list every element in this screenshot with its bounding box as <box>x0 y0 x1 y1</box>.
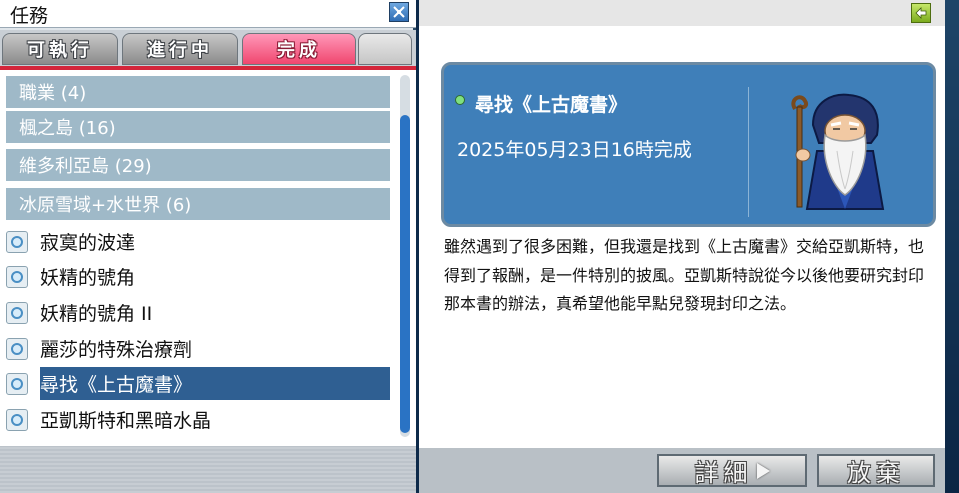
category-el-nath-aqua[interactable]: 冰原雪域+水世界 (6) <box>6 188 390 220</box>
quest-item-label: 麗莎的特殊治療劑 <box>40 339 193 361</box>
quest-list-window: 任務 可執行 進行中 完成 職業 (4) 楓之島 (16) 維多利亞島 (29)… <box>0 0 416 493</box>
card-divider <box>748 87 749 217</box>
tab-completed[interactable]: 完成 <box>242 33 356 65</box>
quest-item[interactable]: 妖精的號角 <box>6 260 390 293</box>
quest-item-label: 妖精的號角 II <box>40 303 153 325</box>
quest-detail-window: 尋找《上古魔書》 2025年05月23日16時完成 雖然遇到了很多困難，但我還是… <box>419 0 945 493</box>
status-dot-icon <box>455 95 465 105</box>
arrow-left-icon <box>915 7 927 19</box>
quest-complete-icon <box>6 230 28 253</box>
quest-complete-icon <box>6 301 28 324</box>
play-arrow-icon <box>756 462 770 479</box>
quest-item-selected[interactable]: 尋找《上古魔書》 <box>6 367 390 400</box>
quest-item-label: 尋找《上古魔書》 <box>40 367 390 400</box>
tab-in-progress[interactable]: 進行中 <box>122 33 238 65</box>
detail-title-bar <box>419 0 945 26</box>
category-maple-island[interactable]: 楓之島 (16) <box>6 111 390 143</box>
quest-tabs: 可執行 進行中 完成 <box>0 30 416 68</box>
window-title-bar: 任務 <box>0 0 416 28</box>
details-button-label: 詳細 <box>694 459 753 487</box>
quest-item-label: 妖精的號角 <box>40 267 136 289</box>
quest-title: 尋找《上古魔書》 <box>475 94 628 116</box>
detail-body: 尋找《上古魔書》 2025年05月23日16時完成 雖然遇到了很多困難，但我還是… <box>419 26 945 448</box>
quest-complete-icon <box>6 337 28 360</box>
quest-item[interactable]: 寂寞的波達 <box>6 225 390 258</box>
quest-list: 職業 (4) 楓之島 (16) 維多利亞島 (29) 冰原雪域+水世界 (6) … <box>0 70 416 446</box>
left-footer <box>0 446 416 493</box>
quest-item[interactable]: 妖精的號角 II <box>6 296 390 329</box>
npc-wizard-portrait <box>791 93 885 210</box>
category-job[interactable]: 職業 (4) <box>6 76 390 108</box>
quest-item[interactable]: 麗莎的特殊治療劑 <box>6 332 390 365</box>
quest-summary-card: 尋找《上古魔書》 2025年05月23日16時完成 <box>441 62 936 227</box>
quest-complete-icon <box>6 372 28 395</box>
category-victoria-island[interactable]: 維多利亞島 (29) <box>6 149 390 181</box>
details-button[interactable]: 詳細 <box>657 454 807 487</box>
quest-description: 雖然遇到了很多困難，但我還是找到《上古魔書》交給亞凱斯特，也得到了報酬，是一件特… <box>444 237 925 313</box>
tab-empty <box>358 33 412 65</box>
back-button[interactable] <box>911 3 931 23</box>
minimize-button[interactable] <box>389 2 409 22</box>
quest-item-label: 寂寞的波達 <box>40 232 136 254</box>
detail-footer: 詳細 放棄 <box>419 448 945 493</box>
quest-complete-icon <box>6 408 28 431</box>
window-title: 任務 <box>10 5 49 27</box>
abandon-button[interactable]: 放棄 <box>817 454 935 487</box>
collapse-icon <box>393 6 405 18</box>
tab-available[interactable]: 可執行 <box>2 33 118 65</box>
background-edge <box>945 0 959 493</box>
completion-date: 2025年05月23日16時完成 <box>457 139 692 161</box>
scrollbar-thumb[interactable] <box>400 115 410 433</box>
quest-item-label: 亞凱斯特和黑暗水晶 <box>40 410 212 432</box>
quest-item[interactable]: 亞凱斯特和黑暗水晶 <box>6 403 390 436</box>
quest-complete-icon <box>6 265 28 288</box>
